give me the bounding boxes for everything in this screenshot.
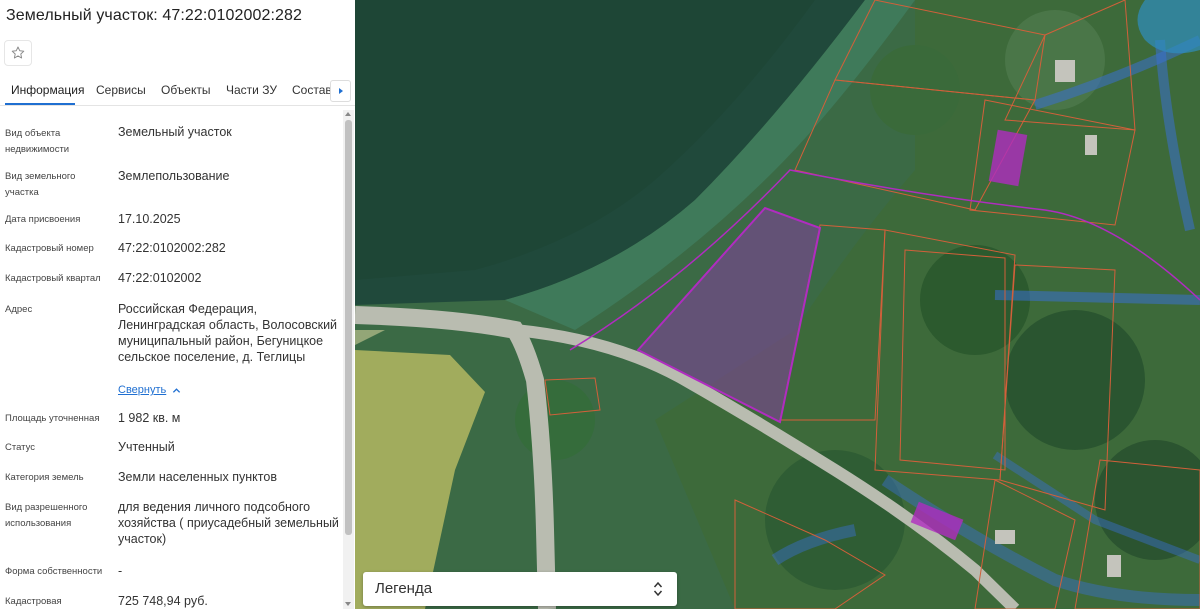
- star-icon: [11, 46, 25, 59]
- field-label: Кадастровый номер: [5, 243, 94, 254]
- address-value: Российская Федерация, Ленинградская обла…: [118, 302, 338, 364]
- info-panel: Земельный участок: 47:22:0102002:282 Инф…: [0, 0, 355, 609]
- scroll-down-arrow-icon[interactable]: [345, 602, 351, 606]
- building: [1055, 60, 1075, 82]
- building: [995, 530, 1015, 544]
- collapse-address-link[interactable]: Свернуть: [118, 384, 181, 396]
- field-value: -: [118, 564, 123, 578]
- field-value: для ведения личного подсобного хозяйства…: [118, 500, 339, 546]
- panel-scrollbar[interactable]: [343, 110, 354, 609]
- field-label: Площадь уточненная: [5, 413, 100, 424]
- info-fields: Вид объекта недвижимости Земельный участ…: [0, 110, 343, 609]
- field-value: Землепользование: [118, 169, 230, 183]
- field-label: Дата присвоения: [5, 214, 81, 225]
- field-value: 47:22:0102002: [118, 271, 202, 285]
- caret-right-icon: [338, 88, 343, 94]
- scroll-up-arrow-icon[interactable]: [345, 112, 351, 116]
- tab-parts[interactable]: Части ЗУ: [226, 83, 277, 97]
- panel-title: Земельный участок: 47:22:0102002:282: [6, 7, 303, 24]
- field-label: Кадастровый квартал: [5, 273, 101, 284]
- legend-label: Легенда: [375, 580, 433, 597]
- map-view[interactable]: Легенда: [355, 0, 1200, 609]
- up-down-arrows-icon: [653, 581, 663, 597]
- tree-cluster: [1005, 310, 1145, 450]
- field-label: Адрес: [5, 304, 33, 315]
- tabs-scroll-right-button[interactable]: [330, 80, 351, 102]
- tab-services[interactable]: Сервисы: [96, 83, 146, 97]
- field-label: Вид земельного участка: [5, 171, 76, 198]
- tab-objects[interactable]: Объекты: [161, 83, 211, 97]
- field-value: 725 748,94 руб.: [118, 594, 208, 608]
- field-value: 47:22:0102002:282: [118, 241, 226, 255]
- field-value: Земли населенных пунктов: [118, 470, 277, 484]
- tab-composition[interactable]: Состав: [292, 83, 332, 97]
- field-label: Статус: [5, 442, 36, 453]
- field-label: Вид разрешенного использования: [5, 502, 88, 529]
- field-value: 1 982 кв. м: [118, 411, 181, 425]
- tab-info[interactable]: Информация: [11, 83, 84, 97]
- field-value: Учтенный: [118, 440, 175, 454]
- satellite-map[interactable]: [355, 0, 1200, 609]
- building: [1107, 555, 1121, 577]
- field-label: Категория земель: [5, 472, 84, 483]
- active-tab-indicator: [5, 103, 75, 105]
- field-label: Форма собственности: [5, 566, 103, 577]
- building: [1085, 135, 1097, 155]
- field-value: 17.10.2025: [118, 212, 181, 226]
- legend-dropdown[interactable]: Легенда: [363, 572, 677, 606]
- zone-line: [994, 290, 1200, 305]
- scroll-thumb[interactable]: [345, 120, 352, 535]
- field-label: Вид объекта недвижимости: [5, 128, 70, 155]
- tree-cluster: [870, 45, 960, 135]
- favorite-button[interactable]: [4, 40, 32, 66]
- tab-bar: Информация Сервисы Объекты Части ЗУ Сост…: [0, 78, 355, 106]
- tree-cluster: [515, 380, 595, 460]
- field-label: Кадастровая: [5, 596, 62, 607]
- chevron-up-icon: [173, 387, 181, 393]
- collapse-label: Свернуть: [118, 384, 167, 396]
- field-value: Земельный участок: [118, 125, 232, 139]
